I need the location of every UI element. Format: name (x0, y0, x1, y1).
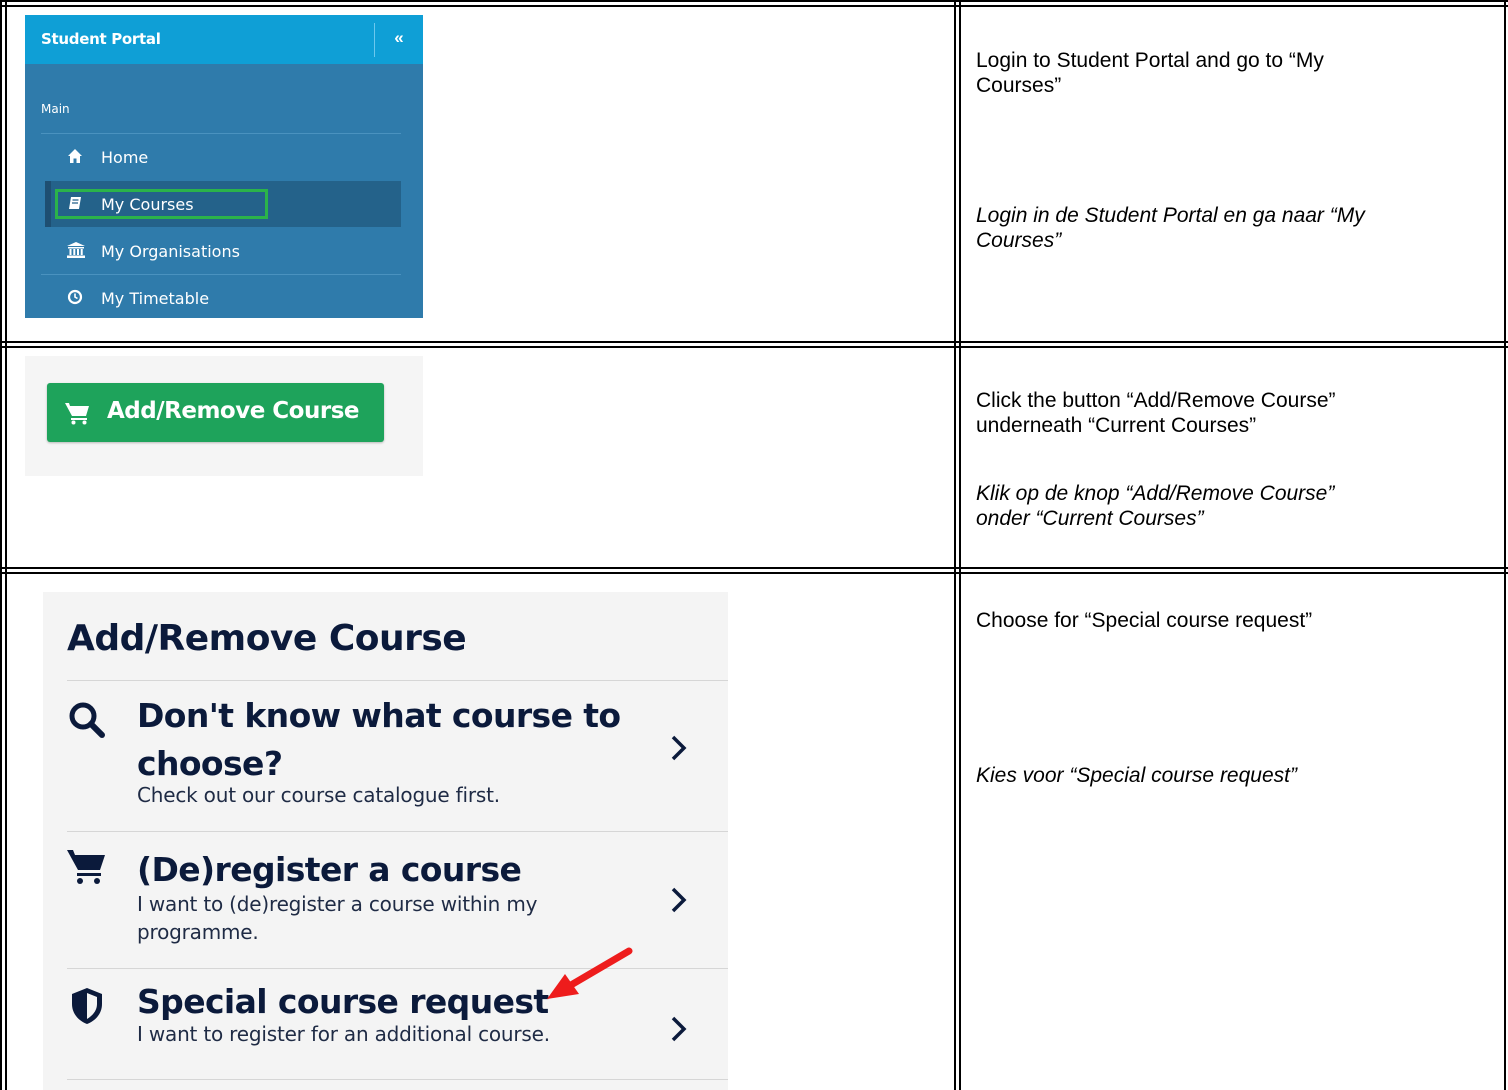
step2-en-line1: Click the button “Add/Remove Course” (976, 389, 1336, 412)
home-icon (67, 148, 83, 166)
step1-en-line2: Courses” (976, 74, 1062, 97)
step1-en-line1: Login to Student Portal and go to “My (976, 49, 1324, 72)
active-indicator (45, 181, 51, 227)
collapse-icon[interactable]: « (388, 26, 410, 50)
option-subtitle-line2: programme. (137, 920, 259, 944)
option-course-catalogue[interactable]: Don't know what course to choose? Check … (43, 681, 728, 831)
clock-icon (67, 289, 83, 307)
step3-instruction-nl: Kies voor “Special course request” (976, 764, 1297, 787)
sidebar-item-my-timetable[interactable]: My Timetable (45, 275, 401, 318)
step3-instruction-en: Choose for “Special course request” (976, 609, 1313, 632)
chevron-right-icon (669, 733, 689, 763)
step1-nl-line1: Login in de Student Portal en ga naar “M… (976, 204, 1365, 227)
sidebar-item-label: My Organisations (101, 242, 240, 261)
step2-en-line2: underneath “Current Courses” (976, 414, 1257, 437)
portal-header: Student Portal « (25, 15, 423, 64)
step1-instruction-en: Login to Student Portal and go to “My Co… (976, 48, 1496, 98)
button-screenshot: Add/Remove Course (25, 356, 423, 476)
option-heading-line1: Special course request (137, 982, 549, 1021)
option-subtitle: Check out our course catalogue first. (137, 783, 500, 807)
panel-divider (67, 1079, 728, 1080)
step1-instruction-nl: Login in de Student Portal en ga naar “M… (976, 203, 1496, 253)
cart-icon (67, 847, 107, 887)
add-remove-course-label: Add/Remove Course (107, 398, 360, 424)
student-portal-sidebar: Student Portal « Main Home My Courses My… (25, 15, 423, 318)
sidebar-item-my-organisations[interactable]: My Organisations (45, 228, 401, 274)
add-remove-course-panel: Add/Remove Course Don't know what course… (43, 592, 728, 1090)
panel-title: Add/Remove Course (67, 618, 467, 659)
option-subtitle: I want to register for an additional cou… (137, 1022, 550, 1046)
option-heading-line2: choose? (137, 744, 283, 783)
sidebar-item-home[interactable]: Home (45, 134, 401, 180)
institution-icon (67, 242, 85, 260)
shield-icon (67, 986, 107, 1026)
step2-instruction-en: Click the button “Add/Remove Course” und… (976, 388, 1496, 438)
portal-title: Student Portal (41, 30, 161, 48)
section-label: Main (41, 102, 70, 116)
search-icon (67, 700, 107, 740)
add-remove-course-button[interactable]: Add/Remove Course (47, 383, 384, 442)
option-heading-line1: Don't know what course to (137, 696, 621, 735)
step2-instruction-nl: Klik op de knop “Add/Remove Course” onde… (976, 481, 1496, 531)
chevron-right-icon (669, 1014, 689, 1044)
sidebar-item-label: My Timetable (101, 289, 210, 308)
step2-nl-line1: Klik op de knop “Add/Remove Course” (976, 482, 1335, 505)
header-divider (374, 23, 375, 57)
step2-nl-line2: onder “Current Courses” (976, 507, 1204, 530)
option-subtitle-line1: I want to (de)register a course within m… (137, 892, 538, 916)
chevron-right-icon (669, 885, 689, 915)
highlight-box (55, 189, 268, 219)
sidebar-item-label: Home (101, 148, 149, 167)
step1-nl-line2: Courses” (976, 229, 1062, 252)
red-arrow-icon (543, 947, 635, 1003)
cart-icon (65, 401, 91, 425)
option-heading-line1: (De)register a course (137, 850, 522, 889)
